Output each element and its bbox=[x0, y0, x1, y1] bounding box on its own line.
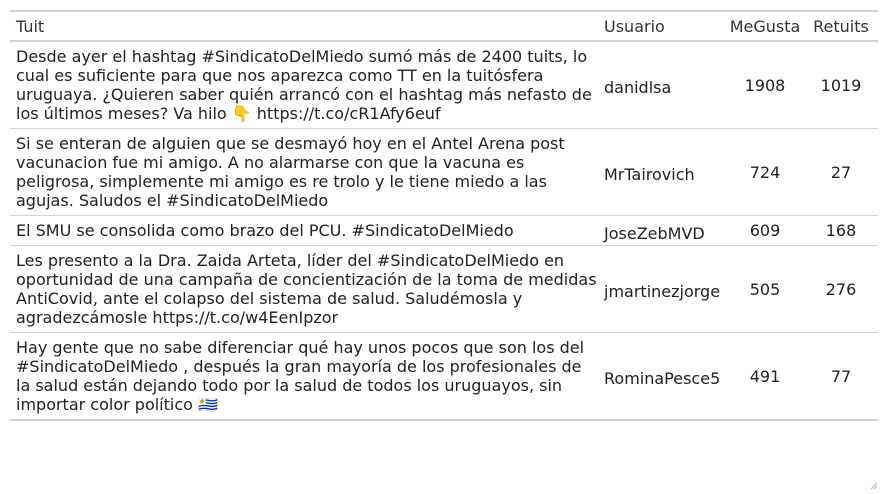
header-row: Tuit Usuario MeGusta Retuits bbox=[10, 10, 878, 42]
table-body: Desde ayer el hashtag #SindicatoDelMiedo… bbox=[10, 41, 878, 421]
column-header-user[interactable]: Usuario bbox=[598, 10, 726, 42]
tweet-cell: Les presento a la Dra. Zaida Arteta, líd… bbox=[10, 245, 598, 333]
column-header-likes[interactable]: MeGusta bbox=[726, 10, 804, 42]
user-cell: danidlsa bbox=[598, 41, 726, 129]
tweet-cell: Desde ayer el hashtag #SindicatoDelMiedo… bbox=[10, 41, 598, 129]
table-header: Tuit Usuario MeGusta Retuits bbox=[10, 10, 878, 42]
likes-cell: 724 bbox=[726, 128, 804, 216]
resize-grip-icon[interactable] bbox=[868, 475, 878, 490]
tweets-table-container: Tuit Usuario MeGusta Retuits Desde ayer … bbox=[10, 10, 878, 421]
column-header-retweets[interactable]: Retuits bbox=[804, 10, 878, 42]
retweets-cell: 77 bbox=[804, 332, 878, 421]
tweet-cell: El SMU se consolida como brazo del PCU. … bbox=[10, 215, 598, 246]
user-cell: RominaPesce5 bbox=[598, 332, 726, 421]
user-cell: JoseZebMVD bbox=[598, 215, 726, 246]
column-header-tweet[interactable]: Tuit bbox=[10, 10, 598, 42]
likes-cell: 609 bbox=[726, 215, 804, 246]
likes-cell: 505 bbox=[726, 245, 804, 333]
table-row: Desde ayer el hashtag #SindicatoDelMiedo… bbox=[10, 41, 878, 129]
user-cell: MrTairovich bbox=[598, 128, 726, 216]
table-row: Hay gente que no sabe diferenciar qué ha… bbox=[10, 332, 878, 421]
table-row: El SMU se consolida como brazo del PCU. … bbox=[10, 215, 878, 246]
tweet-cell: Hay gente que no sabe diferenciar qué ha… bbox=[10, 332, 598, 421]
user-cell: jmartinezjorge bbox=[598, 245, 726, 333]
retweets-cell: 27 bbox=[804, 128, 878, 216]
likes-cell: 1908 bbox=[726, 41, 804, 129]
likes-cell: 491 bbox=[726, 332, 804, 421]
retweets-cell: 1019 bbox=[804, 41, 878, 129]
table-row: Les presento a la Dra. Zaida Arteta, líd… bbox=[10, 245, 878, 333]
table-row: Si se enteran de alguien que se desmayó … bbox=[10, 128, 878, 216]
retweets-cell: 168 bbox=[804, 215, 878, 246]
retweets-cell: 276 bbox=[804, 245, 878, 333]
tweet-cell: Si se enteran de alguien que se desmayó … bbox=[10, 128, 598, 216]
tweets-table: Tuit Usuario MeGusta Retuits Desde ayer … bbox=[10, 10, 878, 421]
